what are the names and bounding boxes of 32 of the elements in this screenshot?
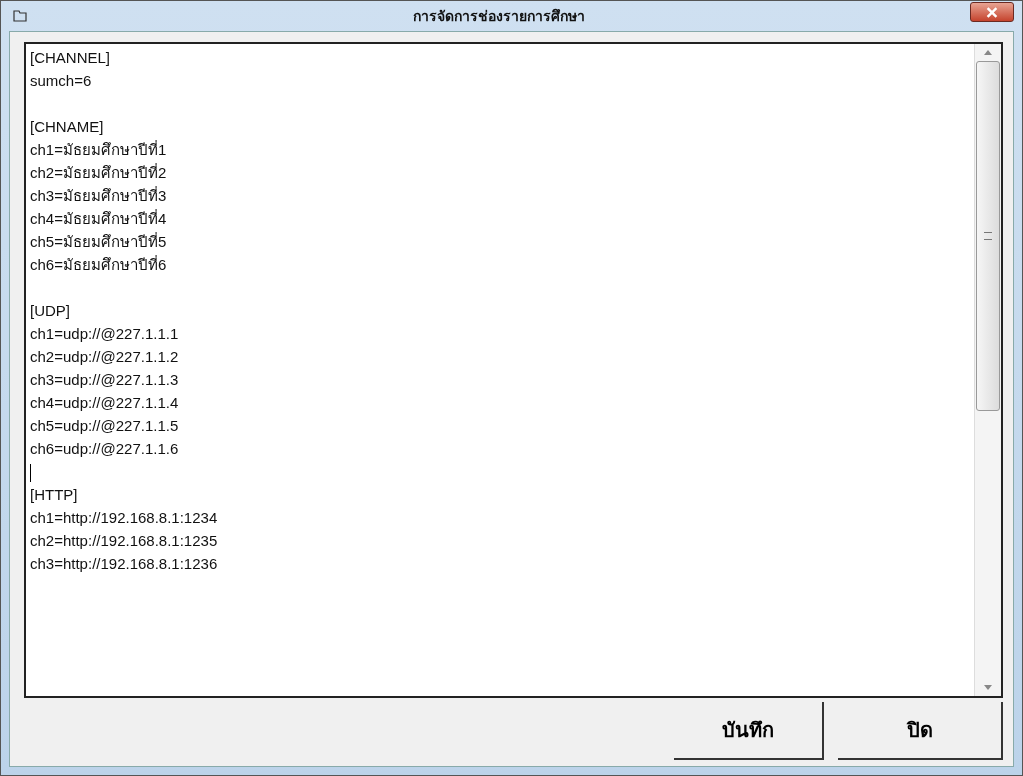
text-line: sumch=6 [30, 71, 93, 91]
text-line: [UDP] [30, 301, 71, 321]
text-line: ch2=udp://@227.1.1.2 [30, 347, 180, 367]
dialog-button[interactable]: บันทึก [674, 702, 824, 760]
text-line: ch5=udp://@227.1.1.5 [30, 416, 180, 436]
text-line: ch5=มัธยมศึกษาปีที่5 [30, 231, 168, 252]
grip-icon [984, 232, 992, 240]
text-line: ch6=มัธยมศึกษาปีที่6 [30, 254, 168, 275]
window-title: การจัดการช่องรายการศึกษา [411, 7, 586, 26]
text-line: ch3=http://192.168.8.1:1236 [30, 554, 219, 574]
text-line: ch1=udp://@227.1.1.1 [30, 324, 180, 344]
scroll-down-icon [984, 685, 992, 690]
scrollbar[interactable] [974, 44, 1001, 696]
text-editor[interactable] [24, 42, 1003, 698]
close-button[interactable] [970, 2, 1014, 22]
text-line: ch4=udp://@227.1.1.4 [30, 393, 180, 413]
close-icon [986, 6, 998, 18]
text-line: [HTTP] [30, 485, 79, 505]
text-line: ch1=http://192.168.8.1:1234 [30, 508, 219, 528]
text-line: ch1=มัธยมศึกษาปีที่1 [30, 139, 168, 160]
text-line: ch2=http://192.168.8.1:1235 [30, 531, 219, 551]
text-line: [CHANNEL] [30, 48, 112, 68]
text-line: ch4=มัธยมศึกษาปีที่4 [30, 208, 168, 229]
text-line: ch3=udp://@227.1.1.3 [30, 370, 180, 390]
text-line: ch6=udp://@227.1.1.6 [30, 439, 180, 459]
text-line: [CHNAME] [30, 117, 105, 137]
scroll-up-icon [984, 50, 992, 55]
window-icon [13, 10, 27, 22]
scrollbar-thumb[interactable] [976, 61, 1000, 411]
text-line: ch2=มัธยมศึกษาปีที่2 [30, 162, 168, 183]
dialog-button[interactable]: ปิด [838, 702, 1003, 760]
text-line: ch3=มัธยมศึกษาปีที่3 [30, 185, 168, 206]
